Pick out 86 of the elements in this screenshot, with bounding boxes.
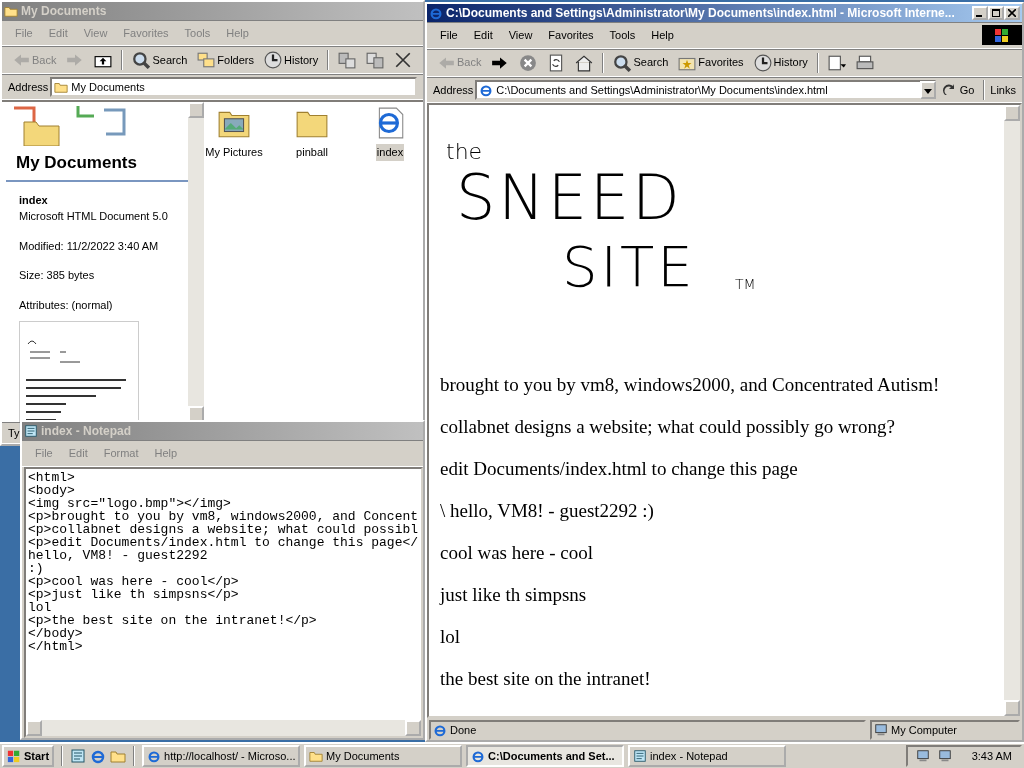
maximize-button[interactable]: [988, 6, 1004, 20]
toolbar-button[interactable]: Search: [609, 51, 673, 74]
paragraph: just like th simpsns: [440, 583, 588, 606]
file-label[interactable]: pinball: [295, 144, 329, 161]
folder-icon: [309, 749, 324, 763]
go-button[interactable]: Go: [937, 79, 979, 100]
notepad-icon: [633, 749, 648, 763]
toolbar-button[interactable]: History: [260, 49, 323, 71]
move-to-icon: [338, 51, 357, 69]
folders-icon: [197, 51, 216, 69]
address-label: Address: [433, 82, 474, 98]
file-label[interactable]: index: [375, 144, 405, 161]
scrollbar[interactable]: [26, 720, 421, 736]
paragraph: collabnet designs a website; what could possibly go wrong?: [440, 415, 896, 438]
window-title: C:\Documents and Settings\Administrator\My Documents\index.html - Microsoft Interne...: [446, 5, 956, 22]
file-type: Microsoft HTML Document 5.0: [19, 209, 169, 224]
menu-item[interactable]: Edit: [466, 25, 500, 46]
windows-logo-icon: [7, 749, 21, 763]
paragraph: the best site on the intranet!: [440, 667, 652, 690]
globe-icon: [433, 723, 447, 737]
file-label[interactable]: My Pictures: [204, 144, 264, 161]
scrollbar[interactable]: [1004, 105, 1020, 716]
caret-icon: [923, 88, 932, 95]
document-icon: [827, 53, 846, 72]
windows-logo-icon: [982, 25, 1022, 46]
scrollbar[interactable]: [188, 102, 204, 422]
menu-item[interactable]: View: [501, 25, 540, 46]
globe-icon: [471, 749, 486, 763]
home-icon: [575, 53, 594, 72]
globe-icon: [147, 749, 162, 763]
search-icon: [613, 53, 632, 72]
clock: 3:43 AM: [971, 748, 1012, 764]
taskbar-button[interactable]: http://localhost/ - Microso...: [142, 745, 301, 767]
address-field[interactable]: C:\Documents and Settings\Administrator\My Documents\index.html: [475, 79, 936, 100]
file-property: Size: 385 bytes: [19, 268, 96, 283]
taskbar-button[interactable]: index - Notepad: [628, 745, 787, 767]
minimize-button[interactable]: [972, 6, 988, 20]
menu-item[interactable]: Tools: [602, 25, 643, 46]
logo-text: the: [446, 141, 483, 163]
paragraph: brought to you by vm8, windows2000, and Concentrated Autism!: [440, 373, 941, 396]
stop-icon: [519, 53, 538, 72]
globe-icon: [479, 82, 494, 97]
clock-icon: [753, 53, 772, 72]
window-title: My Documents: [21, 2, 108, 20]
toolbar-button[interactable]: Favorites: [674, 51, 748, 74]
paragraph: edit Documents/index.html to change this page: [440, 457, 799, 480]
maximize-icon: [992, 9, 1000, 17]
file-name: index: [19, 192, 49, 208]
clock-icon: [264, 51, 282, 69]
close-button[interactable]: [1004, 6, 1020, 20]
toolbar-button[interactable]: Search: [128, 49, 192, 71]
close-icon: [394, 51, 413, 69]
paragraph: cool was here - cool: [440, 541, 594, 564]
address-label: Address: [8, 79, 49, 95]
file-property: Modified: 11/2/2022 3:40 AM: [19, 238, 160, 254]
status-text: Done: [429, 720, 866, 740]
search-icon: [132, 51, 151, 69]
status-text: Ty: [8, 425, 20, 441]
printer-icon: [855, 53, 874, 72]
logo-text: TM: [735, 277, 756, 291]
paragraph: \ hello, VM8! - guest2292 :): [440, 499, 655, 522]
taskbar-button[interactable]: C:\Documents and Set...: [466, 745, 625, 767]
taskbar-button[interactable]: My Documents: [304, 745, 463, 767]
logo-text: SITE: [562, 239, 696, 295]
address-field[interactable]: My Documents: [50, 77, 417, 97]
toolbar-button[interactable]: History: [749, 51, 812, 74]
menu-item[interactable]: Help: [644, 25, 681, 46]
logo-text: SNEED: [456, 167, 683, 229]
copy-to-icon: [366, 51, 385, 69]
globe-icon: [429, 6, 443, 20]
menu-item[interactable]: File: [433, 25, 465, 46]
computer-icon: [937, 749, 952, 763]
paragraph: lol: [440, 625, 462, 648]
computer-icon: [874, 723, 888, 737]
notepad-icon: [24, 424, 38, 438]
file-property: Attributes: (normal): [19, 297, 114, 313]
folder-icon: [54, 80, 69, 94]
menu-item[interactable]: Favorites: [541, 25, 601, 46]
globe-icon[interactable]: [90, 748, 107, 764]
close-icon: [1008, 9, 1016, 17]
toolbar-button[interactable]: Folders: [193, 49, 258, 71]
links-label[interactable]: Links: [990, 81, 1016, 98]
computer-icon: [915, 749, 930, 763]
zone-indicator: My Computer: [870, 720, 1020, 740]
start-button[interactable]: Start: [2, 745, 55, 767]
window-title: index - Notepad: [41, 423, 132, 440]
